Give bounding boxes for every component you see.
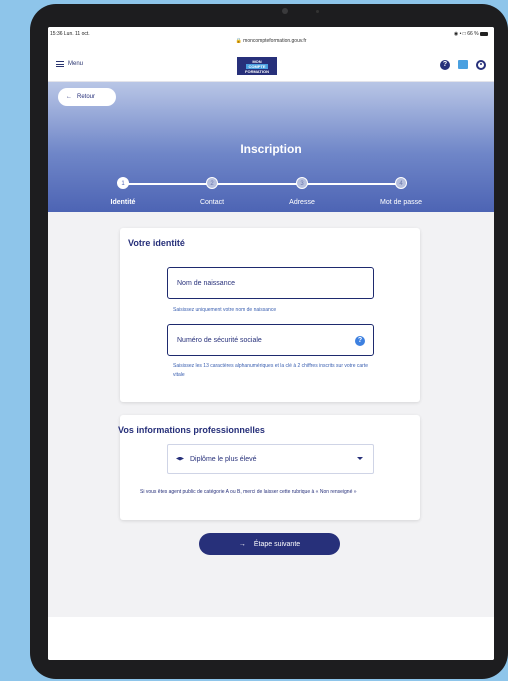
footer-band bbox=[48, 617, 494, 660]
address-bar[interactable]: 🔒 moncompteformation.gouv.fr bbox=[48, 38, 494, 44]
ssn-placeholder: Numéro de sécurité sociale bbox=[177, 336, 262, 344]
chat-icon[interactable] bbox=[458, 60, 468, 69]
logo[interactable]: MON COMPTE FORMATION bbox=[237, 57, 277, 75]
diploma-select[interactable]: Diplôme le plus élevé bbox=[167, 444, 374, 474]
nav-icons: ? bbox=[440, 60, 486, 70]
back-button[interactable]: ← Retour bbox=[58, 88, 116, 106]
step-2-indicator: 2 bbox=[206, 177, 218, 189]
stepper-line bbox=[123, 183, 401, 185]
hero-header: ← Retour Inscription 1 2 3 4 Identité Co… bbox=[48, 82, 494, 212]
status-indicators: ◉ • □ 66 % bbox=[454, 31, 488, 37]
professional-card: Vos informations professionnelles Diplôm… bbox=[118, 415, 420, 520]
ssn-hint: Saisissez les 13 caractères alphanumériq… bbox=[173, 363, 368, 378]
hamburger-icon bbox=[56, 61, 64, 67]
camera-icon bbox=[282, 8, 288, 14]
graduation-cap-icon bbox=[176, 456, 184, 461]
step-2-label: Contact bbox=[199, 199, 225, 206]
birth-name-hint: Saisissez uniquement votre nom de naissa… bbox=[173, 307, 277, 313]
birth-name-field[interactable]: Nom de naissance bbox=[167, 267, 374, 299]
diploma-hint: Si vous êtes agent public de catégorie A… bbox=[140, 489, 357, 495]
next-step-label: Étape suivante bbox=[253, 540, 301, 548]
arrow-left-icon: ← bbox=[66, 94, 72, 100]
next-step-button[interactable]: → Étape suivante bbox=[199, 533, 340, 555]
url-text: moncompteformation.gouv.fr bbox=[243, 38, 307, 44]
chevron-down-icon bbox=[357, 457, 363, 460]
step-1-label: Identité bbox=[110, 199, 136, 206]
step-3-indicator: 3 bbox=[296, 177, 308, 189]
page-title: Inscription bbox=[240, 142, 302, 156]
status-time: 15:36 Lun. 11 oct. bbox=[50, 31, 90, 37]
sensor-icon bbox=[316, 10, 319, 13]
step-4-label: Mot de passe bbox=[379, 199, 423, 206]
ssn-help-icon[interactable]: ? bbox=[355, 336, 365, 346]
battery-icon bbox=[480, 31, 488, 36]
back-label: Retour bbox=[77, 94, 96, 100]
identity-card: Votre identité Nom de naissance Saisisse… bbox=[120, 228, 420, 402]
arrow-right-icon: → bbox=[238, 540, 246, 548]
step-1-indicator: 1 bbox=[117, 177, 129, 189]
logo-line-3: FORMATION bbox=[245, 69, 269, 74]
help-icon[interactable]: ? bbox=[440, 60, 450, 70]
menu-label: Menu bbox=[68, 61, 84, 67]
professional-title: Vos informations professionnelles bbox=[118, 425, 265, 435]
status-indicators-text: ◉ • □ 66 % bbox=[453, 31, 479, 37]
status-bar: 15:36 Lun. 11 oct. 🔒 moncompteformation.… bbox=[48, 27, 494, 49]
diploma-select-label: Diplôme le plus élevé bbox=[190, 455, 257, 463]
step-4-indicator: 4 bbox=[395, 177, 407, 189]
step-3-label: Adresse bbox=[289, 199, 315, 206]
identity-title: Votre identité bbox=[128, 238, 185, 248]
screen: 15:36 Lun. 11 oct. 🔒 moncompteformation.… bbox=[48, 27, 494, 660]
birth-name-placeholder: Nom de naissance bbox=[177, 279, 235, 287]
ssn-field[interactable]: Numéro de sécurité sociale ? bbox=[167, 324, 374, 356]
user-account-icon[interactable] bbox=[476, 60, 486, 70]
menu-button[interactable]: Menu bbox=[56, 61, 83, 67]
top-nav: Menu MON COMPTE FORMATION ? bbox=[48, 49, 494, 82]
